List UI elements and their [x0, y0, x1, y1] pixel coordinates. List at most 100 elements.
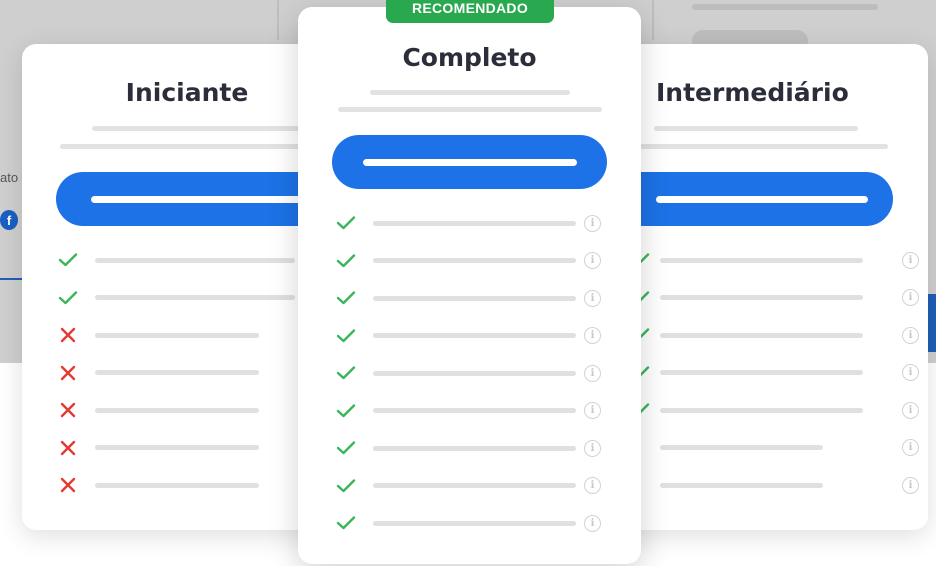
- info-icon[interactable]: i: [902, 401, 919, 419]
- info-icon[interactable]: i: [902, 289, 919, 306]
- recommended-badge: RECOMENDADO: [386, 0, 554, 23]
- feature-row: i: [336, 251, 601, 271]
- feature-text-line: [373, 295, 576, 301]
- background-side-text: ato: [0, 170, 19, 185]
- feature-row: i: [336, 363, 601, 383]
- feature-row: i: [630, 363, 919, 383]
- facebook-icon: f: [0, 210, 18, 230]
- info-icon[interactable]: i: [584, 439, 601, 457]
- plan-subtitle-line: [338, 107, 602, 112]
- feature-row: i: [336, 213, 601, 233]
- feature-text-line: [660, 407, 863, 413]
- cross-icon: [58, 325, 78, 345]
- info-icon[interactable]: i: [584, 514, 601, 532]
- info-icon[interactable]: i: [902, 476, 919, 494]
- feature-text-line: [660, 257, 863, 263]
- check-icon: [336, 476, 356, 496]
- feature-text-line: [660, 295, 863, 300]
- feature-row: i: [336, 513, 601, 533]
- feature-row: i: [630, 325, 919, 345]
- info-icon[interactable]: i: [584, 402, 601, 419]
- feature-text-line: [95, 295, 295, 300]
- plan-subtitle-line: [92, 126, 302, 131]
- feature-text-line: [373, 220, 576, 226]
- feature-row: i: [630, 288, 919, 308]
- info-icon[interactable]: i: [902, 439, 919, 456]
- select-plan-button[interactable]: [332, 135, 607, 189]
- feature-text-line: [660, 445, 823, 450]
- feature-text-line: [373, 445, 576, 451]
- info-icon[interactable]: i: [902, 251, 919, 269]
- check-icon: [336, 251, 356, 271]
- info-icon[interactable]: i: [584, 364, 601, 382]
- feature-text-line: [660, 482, 823, 488]
- feature-text-line: [373, 258, 576, 263]
- feature-row: [58, 325, 259, 345]
- info-icon[interactable]: i: [902, 364, 919, 381]
- feature-row: [58, 250, 295, 270]
- feature-text-line: [373, 408, 576, 413]
- plan-card-intermediario: Intermediário i i i i i i i: [600, 44, 928, 530]
- plan-subtitle-line: [370, 90, 570, 95]
- feature-row: [58, 438, 259, 458]
- plan-title: Completo: [402, 43, 537, 72]
- button-label-line: [362, 158, 577, 166]
- feature-row: i: [630, 400, 919, 420]
- feature-row: i: [336, 326, 601, 346]
- feature-text-line: [373, 333, 576, 338]
- cross-icon: [58, 363, 78, 383]
- button-label-line: [655, 195, 868, 203]
- feature-row: i: [336, 476, 601, 496]
- feature-text-line: [660, 332, 863, 338]
- cross-icon: [58, 438, 78, 458]
- background-divider: [277, 0, 279, 40]
- feature-row: i: [336, 401, 601, 421]
- plan-card-completo: RECOMENDADO Completo i i i i i i i i i: [298, 0, 641, 564]
- feature-row: i: [336, 438, 601, 458]
- feature-row: i: [630, 475, 919, 495]
- feature-text-line: [95, 407, 259, 413]
- info-icon[interactable]: i: [584, 289, 601, 307]
- check-icon: [336, 288, 356, 308]
- check-icon: [336, 401, 356, 421]
- feature-row: i: [336, 288, 601, 308]
- info-icon[interactable]: i: [584, 214, 601, 232]
- feature-text-line: [373, 520, 576, 526]
- check-icon: [336, 438, 356, 458]
- info-icon[interactable]: i: [584, 477, 601, 494]
- plan-subtitle-line: [654, 126, 858, 131]
- check-icon: [336, 326, 356, 346]
- feature-row: i: [630, 438, 919, 458]
- background-divider: [652, 0, 654, 40]
- info-icon[interactable]: i: [584, 252, 601, 269]
- cross-icon: [58, 400, 78, 420]
- feature-text-line: [373, 483, 576, 488]
- check-icon: [336, 213, 356, 233]
- background-blue-button-edge: [928, 294, 936, 352]
- info-icon[interactable]: i: [902, 326, 919, 344]
- plan-subtitle-line: [640, 144, 888, 149]
- info-icon[interactable]: i: [584, 327, 601, 344]
- feature-text-line: [95, 482, 259, 488]
- check-icon: [58, 288, 78, 308]
- select-plan-button[interactable]: [600, 172, 893, 226]
- feature-row: [58, 363, 259, 383]
- feature-text-line: [95, 257, 295, 263]
- feature-text-line: [95, 332, 259, 338]
- feature-row: [58, 475, 259, 495]
- feature-text-line: [95, 445, 259, 450]
- feature-row: i: [630, 250, 919, 270]
- check-icon: [336, 513, 356, 533]
- feature-text-line: [660, 370, 863, 375]
- feature-text-line: [95, 370, 259, 375]
- feature-text-line: [373, 370, 576, 376]
- feature-row: [58, 400, 259, 420]
- cross-icon: [58, 475, 78, 495]
- background-bar: [692, 4, 878, 10]
- check-icon: [58, 250, 78, 270]
- button-label-line: [91, 195, 321, 203]
- check-icon: [336, 363, 356, 383]
- feature-row: [58, 288, 295, 308]
- plan-title: Intermediário: [656, 78, 849, 107]
- background-hline: [0, 278, 22, 280]
